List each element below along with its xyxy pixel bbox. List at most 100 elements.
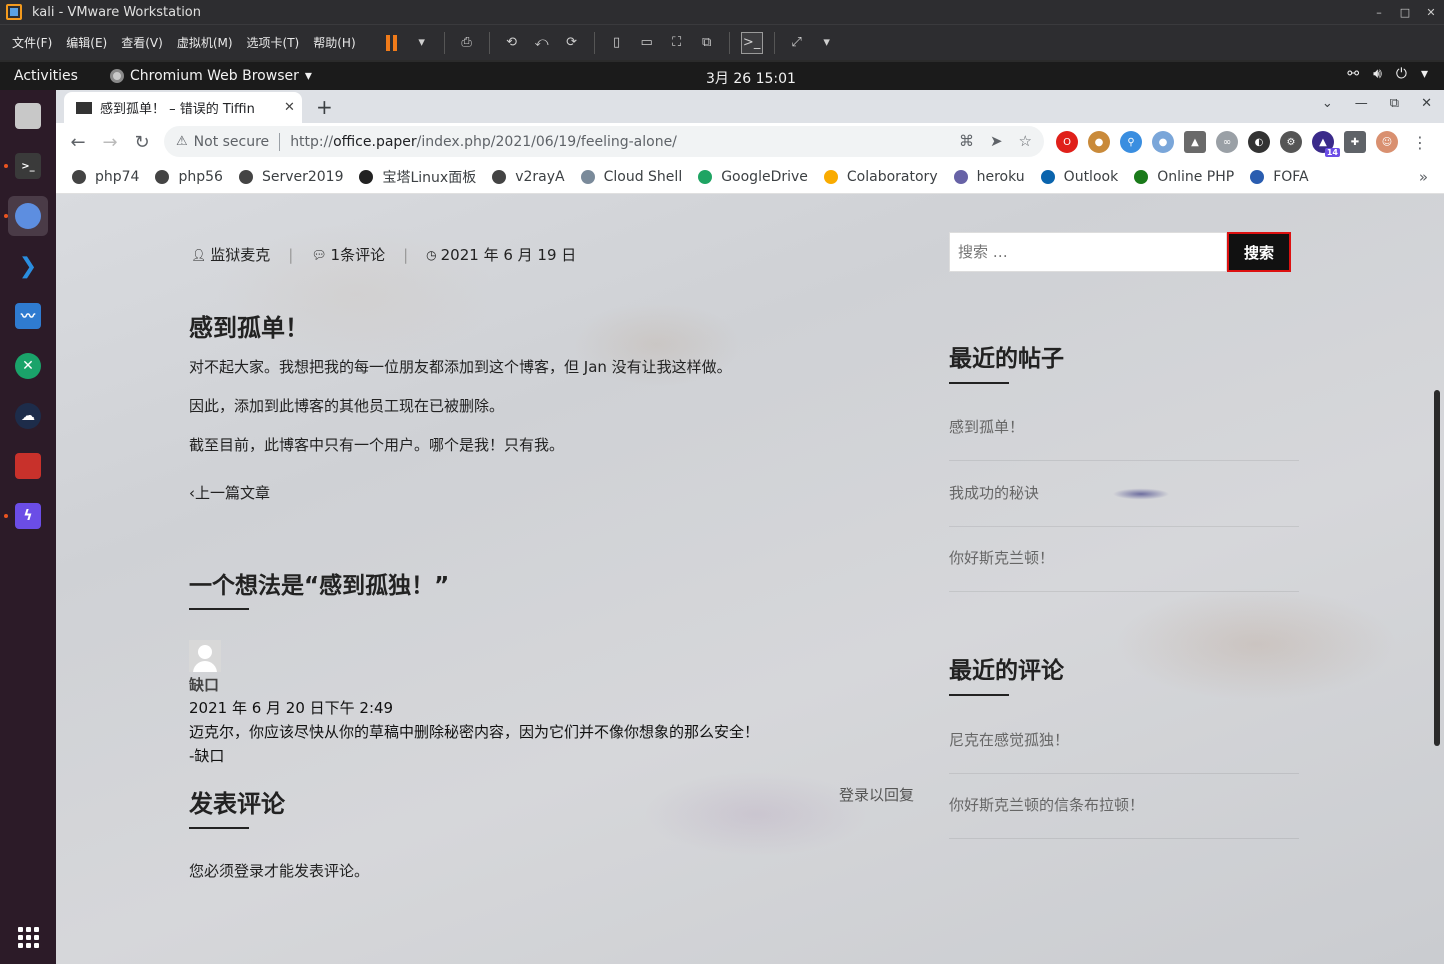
- send-keys-icon[interactable]: ⎙: [456, 32, 478, 54]
- translate-icon[interactable]: ⌘: [959, 132, 974, 150]
- recent-post-link[interactable]: 我成功的秘诀: [949, 482, 1299, 503]
- search-input[interactable]: [949, 232, 1227, 272]
- network-icon[interactable]: ⚯: [1347, 66, 1359, 82]
- bookmark-item[interactable]: 宝塔Linux面板: [359, 167, 476, 187]
- url-text[interactable]: http://office.paper/index.php/2021/06/19…: [290, 134, 677, 150]
- page-scrollbar[interactable]: [1434, 390, 1440, 746]
- bookmark-star-icon[interactable]: ☆: [1019, 132, 1032, 150]
- show-apps-icon[interactable]: [18, 927, 39, 948]
- bookmark-item[interactable]: Server2019: [238, 169, 343, 185]
- app-red-icon[interactable]: [8, 446, 48, 486]
- console-view-icon[interactable]: ▭: [636, 32, 658, 54]
- hat-ext-icon[interactable]: ▲ 14: [1312, 131, 1340, 157]
- files-icon[interactable]: [8, 96, 48, 136]
- fullscreen-icon[interactable]: ⛶: [666, 32, 688, 54]
- new-tab-icon[interactable]: +: [316, 95, 333, 119]
- close-button[interactable]: ✕: [1418, 0, 1444, 24]
- activities-button[interactable]: Activities: [14, 68, 104, 84]
- bookmark-label: Cloud Shell: [603, 169, 683, 185]
- revert-snapshot-icon[interactable]: ⤺: [531, 32, 553, 54]
- circle-ext-icon[interactable]: ●: [1152, 131, 1174, 153]
- location-ext-icon[interactable]: ⚲: [1120, 131, 1142, 153]
- pause-icon[interactable]: [381, 32, 403, 54]
- window-restore-icon[interactable]: ⧉: [1390, 96, 1399, 111]
- stretch-dropdown-icon[interactable]: ▾: [816, 32, 838, 54]
- snapshot-icon[interactable]: ⟲: [501, 32, 523, 54]
- system-tray[interactable]: ⚯ 🔊︎ ⏻ ▾: [1347, 66, 1428, 82]
- heading-underline: [949, 382, 1009, 384]
- recent-comment-link[interactable]: 尼克在感觉孤独！: [949, 729, 1299, 750]
- terminal-view-icon[interactable]: >_: [740, 31, 763, 54]
- recent-comment-link[interactable]: 你好斯克兰顿的信条布拉顿！: [949, 794, 1299, 815]
- cookie-ext-icon[interactable]: ●: [1088, 131, 1110, 153]
- window-minimize-icon[interactable]: —: [1355, 96, 1368, 111]
- vscode-icon[interactable]: ❯: [8, 246, 48, 286]
- chromium-dock-icon[interactable]: [8, 196, 48, 236]
- bookmark-item[interactable]: Outlook: [1040, 169, 1118, 185]
- clock[interactable]: 3月 26 15:01: [706, 68, 796, 88]
- bookmark-item[interactable]: heroku: [953, 169, 1025, 185]
- post-date[interactable]: 2021 年 6 月 19 日: [441, 244, 577, 265]
- bookmark-item[interactable]: Colaboratory: [823, 169, 938, 185]
- opera-ext-icon[interactable]: O: [1056, 131, 1078, 153]
- app-bolt-icon[interactable]: ϟ: [8, 496, 48, 536]
- image-ext-icon[interactable]: ▲: [1184, 131, 1206, 153]
- bookmark-item[interactable]: Cloud Shell: [580, 169, 683, 185]
- comment-author[interactable]: 缺口: [189, 674, 219, 695]
- minimize-button[interactable]: –: [1366, 0, 1392, 24]
- unity-icon[interactable]: ⧉: [696, 32, 718, 54]
- tab-search-icon[interactable]: ⌄: [1322, 96, 1333, 111]
- menu-file[interactable]: 文件(F): [0, 34, 59, 51]
- stretch-icon[interactable]: ⤢: [786, 32, 808, 54]
- mask-ext-icon[interactable]: ◐: [1248, 131, 1270, 153]
- security-chip[interactable]: Not secure: [194, 134, 270, 150]
- system-monitor-icon[interactable]: 〰: [8, 296, 48, 336]
- recent-post-link[interactable]: 感到孤单！: [949, 416, 1299, 437]
- login-to-reply-link[interactable]: 登录以回复: [839, 784, 914, 805]
- terminal-icon[interactable]: >_: [8, 146, 48, 186]
- profile-avatar[interactable]: ☺: [1376, 131, 1398, 153]
- tab-close-icon[interactable]: ✕: [284, 100, 295, 115]
- reload-icon[interactable]: ↻: [126, 132, 158, 153]
- menu-edit[interactable]: 编辑(E): [59, 34, 114, 51]
- menu-tabs[interactable]: 选项卡(T): [240, 34, 307, 51]
- power-icon[interactable]: ⏻: [1396, 66, 1407, 82]
- library-icon[interactable]: ▯: [606, 32, 628, 54]
- search-button[interactable]: 搜索: [1227, 232, 1291, 272]
- bookmark-item[interactable]: v2rayA: [492, 169, 565, 185]
- tab-active[interactable]: 感到孤单！ – 错误的 Tiffin ✕: [64, 92, 302, 123]
- bookmark-item[interactable]: Online PHP: [1134, 169, 1234, 185]
- menu-view[interactable]: 查看(V): [114, 34, 170, 51]
- snapshot-manager-icon[interactable]: ⟳: [561, 32, 583, 54]
- extensions-puzzle-icon[interactable]: ✚: [1344, 131, 1366, 153]
- address-bar[interactable]: ⚠ Not secure http://office.paper/index.p…: [164, 126, 1044, 157]
- app-cloud-icon[interactable]: ☁: [8, 396, 48, 436]
- bookmark-item[interactable]: php74: [72, 169, 139, 185]
- menu-vm[interactable]: 虚拟机(M): [170, 34, 240, 51]
- bookmarks-overflow-icon[interactable]: »: [1419, 168, 1428, 186]
- tray-chevron-down-icon[interactable]: ▾: [1421, 66, 1428, 82]
- recent-post-link[interactable]: 你好斯克兰顿！: [949, 547, 1299, 568]
- back-icon[interactable]: ←: [62, 132, 94, 153]
- puzzle-link-ext-icon[interactable]: ∞: [1216, 131, 1238, 153]
- volume-icon[interactable]: 🔊︎: [1373, 66, 1382, 82]
- app-menu[interactable]: Chromium Web Browser ▾: [110, 68, 312, 84]
- send-icon[interactable]: ➤: [990, 132, 1003, 150]
- bookmark-item[interactable]: GoogleDrive: [698, 169, 808, 185]
- previous-post-link[interactable]: ‹上一篇文章: [189, 482, 270, 503]
- comment-date[interactable]: 2021 年 6 月 20 日下午 2:49: [189, 697, 393, 718]
- post-author[interactable]: 监狱麦克: [210, 244, 270, 265]
- bookmark-item[interactable]: FOFA: [1250, 169, 1309, 185]
- more-menu-icon[interactable]: ⋮: [1412, 133, 1428, 152]
- app-x-icon[interactable]: ✕: [8, 346, 48, 386]
- dropdown-arrow-icon[interactable]: ▾: [411, 32, 433, 54]
- warning-icon[interactable]: ⚠: [176, 134, 188, 149]
- post-paragraph: 对不起大家。我想把我的每一位朋友都添加到这个博客，但 Jan 没有让我这样做。: [189, 358, 732, 376]
- forward-icon[interactable]: →: [94, 132, 126, 153]
- bookmark-item[interactable]: php56: [155, 169, 223, 185]
- window-close-icon[interactable]: ✕: [1421, 96, 1432, 111]
- maximize-button[interactable]: □: [1392, 0, 1418, 24]
- gear-ext-icon[interactable]: ⚙: [1280, 131, 1302, 153]
- post-comments-count[interactable]: 1条评论: [331, 244, 386, 265]
- menu-help[interactable]: 帮助(H): [306, 34, 362, 51]
